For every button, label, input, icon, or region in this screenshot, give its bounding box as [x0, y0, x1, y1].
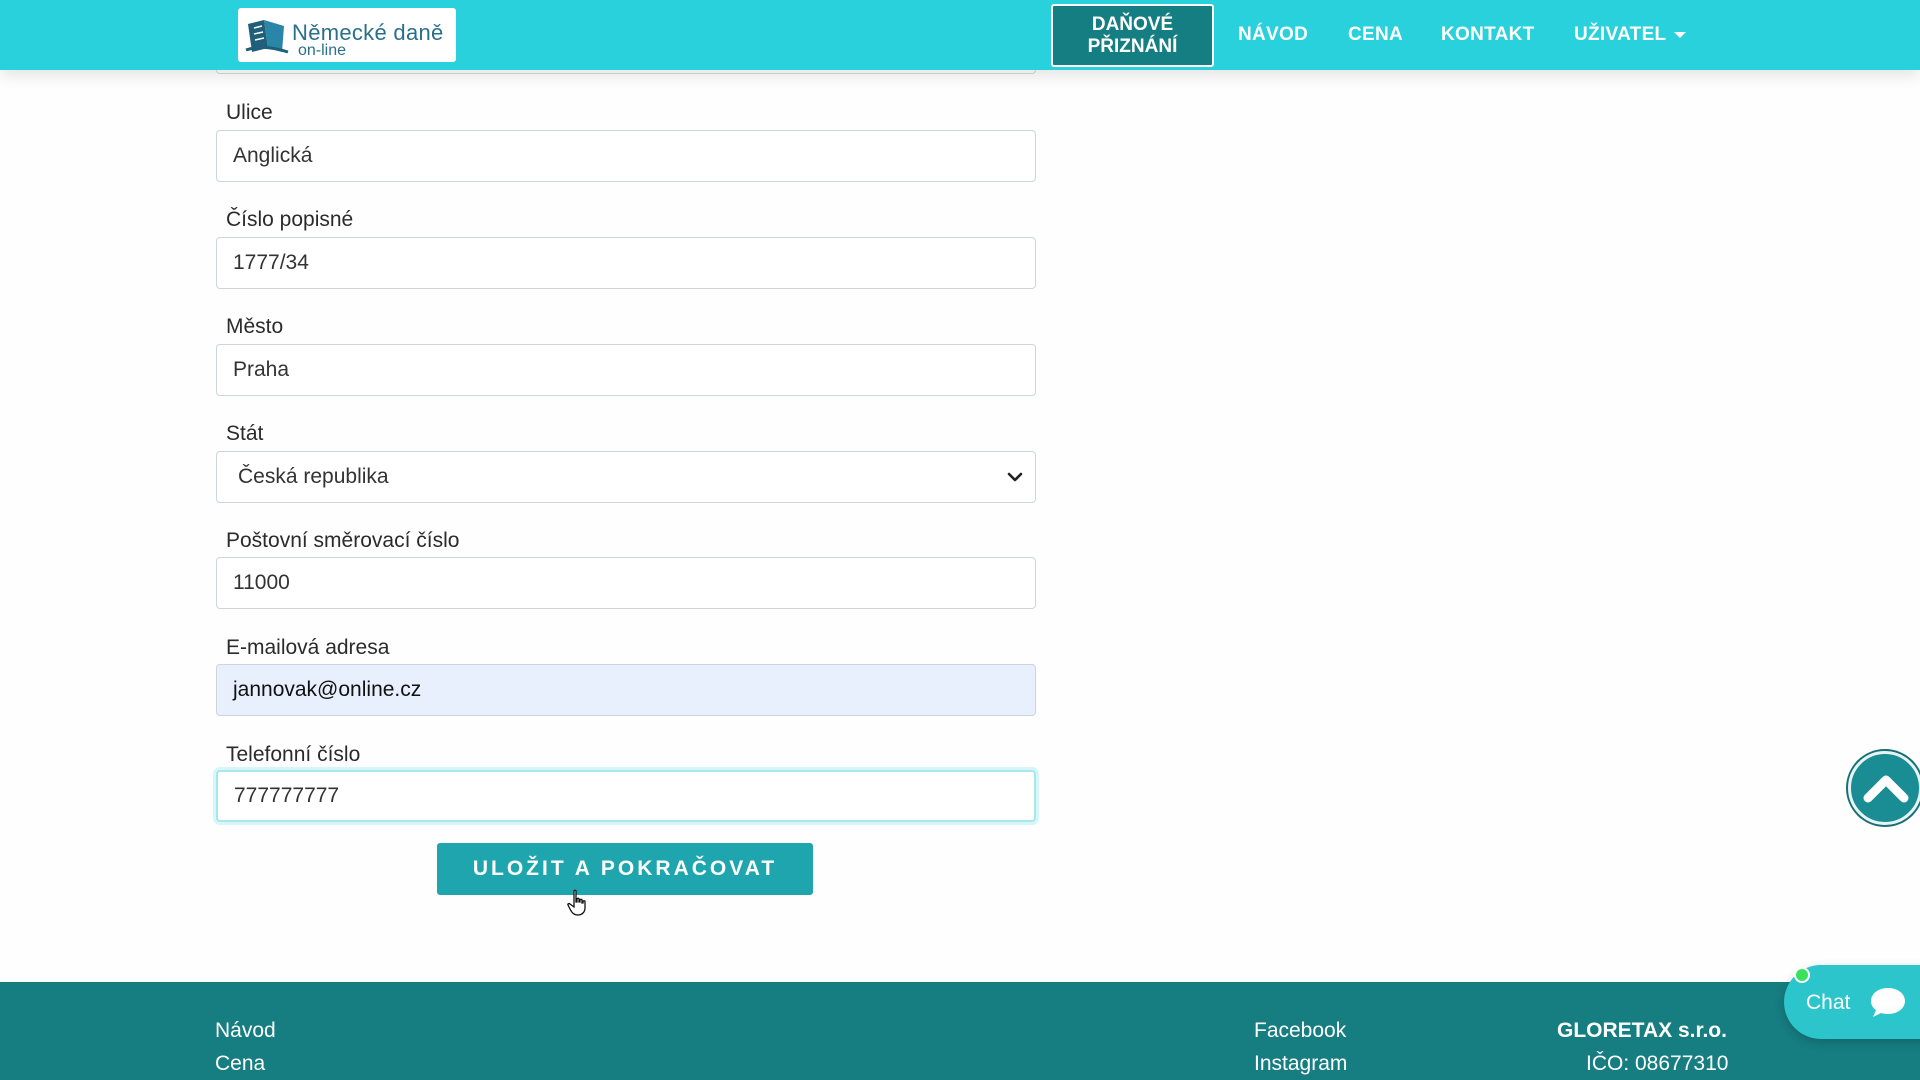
book-logo-icon: [245, 20, 289, 54]
chat-widget-button[interactable]: Chat: [1784, 965, 1920, 1039]
nav-danove-priznani-button[interactable]: DAŇOVÉ PŘIZNÁNÍ: [1051, 4, 1214, 67]
site-logo[interactable]: Německé daně on-line: [238, 8, 456, 62]
top-navigation-bar: Německé daně on-line DAŇOVÉ PŘIZNÁNÍ NÁV…: [0, 0, 1920, 70]
nav-primary-line1: DAŇOVÉ: [1091, 13, 1174, 35]
chat-label: Chat: [1806, 991, 1851, 1014]
footer-facebook-link[interactable]: Facebook: [1254, 1019, 1346, 1043]
save-and-continue-button[interactable]: ULOŽIT A POKRAČOVAT: [437, 843, 813, 895]
ulice-label: Ulice: [226, 101, 273, 124]
nav-navod-link[interactable]: NÁVOD: [1238, 24, 1308, 46]
nav-uzivatel-dropdown[interactable]: UŽIVATEL: [1574, 24, 1687, 46]
chevron-up-icon: [1863, 775, 1909, 803]
footer-cena-link[interactable]: Cena: [215, 1052, 265, 1076]
nav-primary-line2: PŘIZNÁNÍ: [1087, 35, 1178, 57]
footer-instagram-link[interactable]: Instagram: [1254, 1052, 1347, 1076]
footer-company-name: GLORETAX s.r.o.: [1557, 1019, 1727, 1042]
hand-pointer-icon: [567, 889, 586, 916]
caret-down-icon: [1674, 31, 1687, 38]
nav-uzivatel-label: UŽIVATEL: [1574, 24, 1667, 45]
scroll-to-top-button[interactable]: [1848, 751, 1920, 825]
ulice-input[interactable]: Anglická: [216, 130, 1036, 182]
chat-bubble-icon: [1871, 988, 1905, 1017]
stat-select[interactable]: Česká republika: [216, 451, 1036, 503]
online-status-dot: [1794, 967, 1810, 983]
stat-selected-value: Česká republika: [238, 465, 389, 488]
psc-input[interactable]: 11000: [216, 557, 1036, 609]
email-label: E-mailová adresa: [226, 636, 390, 659]
nav-cena-link[interactable]: CENA: [1348, 24, 1403, 46]
logo-subtext: on-line: [298, 42, 347, 59]
telefon-input[interactable]: 777777777: [216, 770, 1036, 822]
nav-kontakt-link[interactable]: KONTAKT: [1441, 24, 1535, 46]
site-footer: Návod Cena Facebook Instagram GLORETAX s…: [0, 982, 1920, 1080]
telefon-label: Telefonní číslo: [226, 743, 361, 766]
chevron-down-icon: [1007, 472, 1023, 482]
stat-label: Stát: [226, 422, 264, 445]
footer-company-ico: IČO: 08677310: [1586, 1052, 1729, 1075]
cislo-popisne-input[interactable]: 1777/34: [216, 237, 1036, 289]
mesto-label: Město: [226, 315, 284, 338]
cislo-popisne-label: Číslo popisné: [226, 208, 354, 231]
psc-label: Poštovní směrovací číslo: [226, 529, 460, 552]
email-input[interactable]: jannovak@online.cz: [216, 664, 1036, 716]
mesto-input[interactable]: Praha: [216, 344, 1036, 396]
footer-navod-link[interactable]: Návod: [215, 1019, 276, 1043]
